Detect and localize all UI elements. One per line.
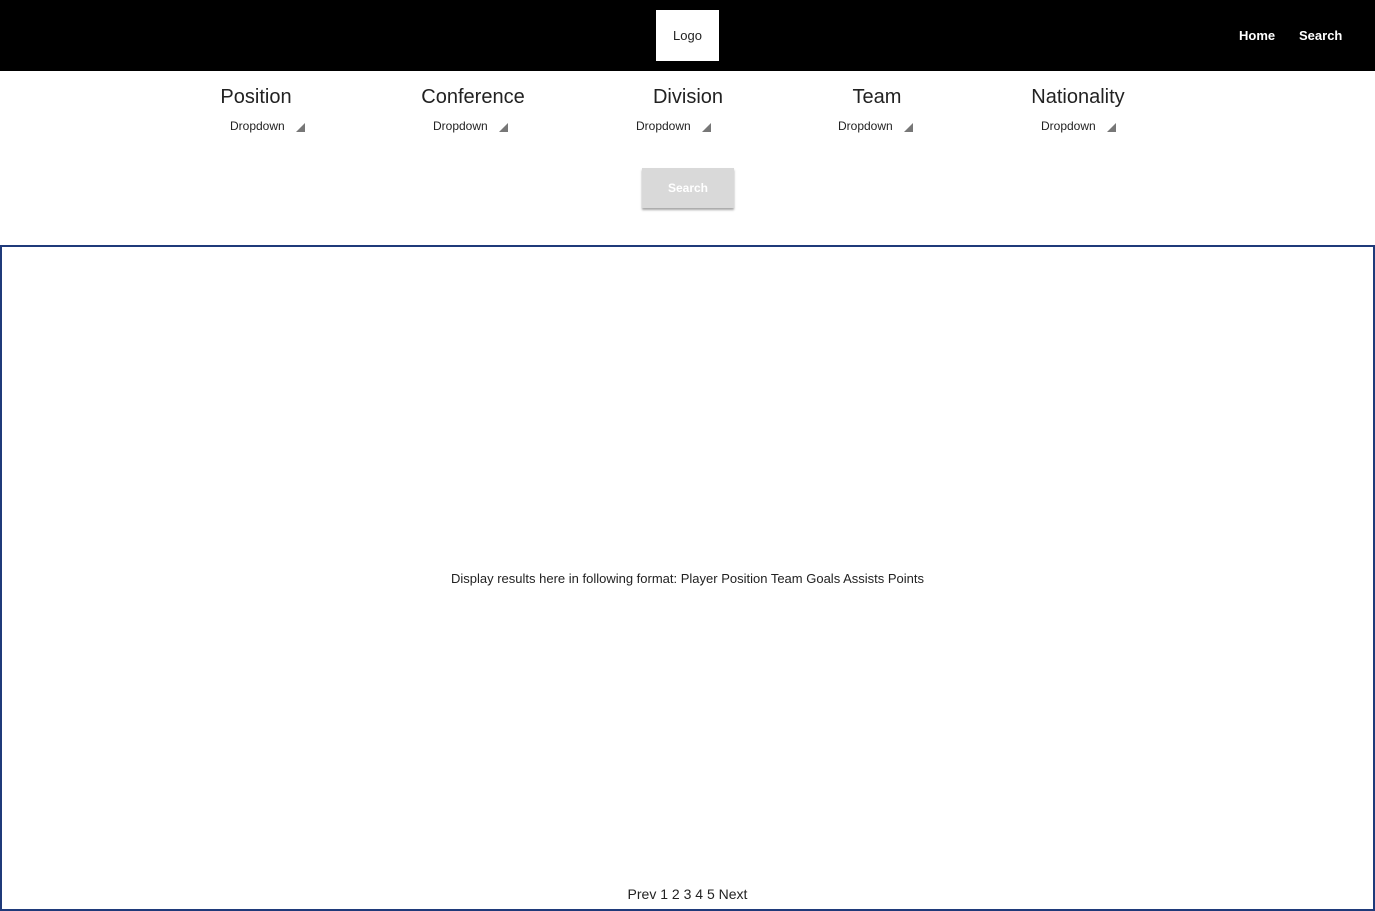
top-nav-bar: Logo Home Search xyxy=(0,0,1375,71)
position-dropdown-value: Dropdown xyxy=(230,119,285,133)
pagination-page-1[interactable]: 1 xyxy=(660,886,668,902)
filter-position: Position Dropdown xyxy=(176,84,336,133)
team-dropdown-value: Dropdown xyxy=(838,119,893,133)
results-placeholder-text: Display results here in following format… xyxy=(450,571,924,586)
pagination-page-3[interactable]: 3 xyxy=(684,886,692,902)
division-dropdown[interactable]: Dropdown xyxy=(636,119,711,133)
conference-dropdown-value: Dropdown xyxy=(433,119,488,133)
nationality-dropdown-value: Dropdown xyxy=(1041,119,1096,133)
dropdown-arrow-icon xyxy=(904,123,913,132)
position-dropdown[interactable]: Dropdown xyxy=(230,119,305,133)
search-button[interactable]: Search xyxy=(642,168,734,208)
pagination-page-2[interactable]: 2 xyxy=(672,886,680,902)
pagination-page-4[interactable]: 4 xyxy=(695,886,703,902)
nationality-dropdown[interactable]: Dropdown xyxy=(1041,119,1116,133)
filter-conference-label: Conference xyxy=(421,86,525,108)
filter-position-label: Position xyxy=(220,86,292,108)
nav-home-link[interactable]: Home xyxy=(1239,28,1275,43)
dropdown-arrow-icon xyxy=(1107,123,1116,132)
filter-division-label: Division xyxy=(652,86,724,108)
team-dropdown[interactable]: Dropdown xyxy=(838,119,913,133)
pagination-prev[interactable]: Prev xyxy=(628,886,657,902)
pagination: Prev 1 2 3 4 5 Next xyxy=(2,886,1373,902)
nav-search-link[interactable]: Search xyxy=(1299,28,1342,43)
filter-team-label: Team xyxy=(852,86,902,108)
logo[interactable]: Logo xyxy=(656,10,719,61)
filter-team: Team Dropdown xyxy=(797,84,957,133)
division-dropdown-value: Dropdown xyxy=(636,119,691,133)
filter-nationality-label: Nationality xyxy=(1031,86,1125,108)
filter-nationality: Nationality Dropdown xyxy=(998,84,1158,133)
results-panel: Display results here in following format… xyxy=(0,245,1375,911)
filter-conference: Conference Dropdown xyxy=(393,84,553,133)
pagination-page-5[interactable]: 5 xyxy=(707,886,715,902)
dropdown-arrow-icon xyxy=(296,123,305,132)
filter-division: Division Dropdown xyxy=(608,84,768,133)
pagination-next[interactable]: Next xyxy=(719,886,748,902)
dropdown-arrow-icon xyxy=(702,123,711,132)
dropdown-arrow-icon xyxy=(499,123,508,132)
conference-dropdown[interactable]: Dropdown xyxy=(433,119,508,133)
